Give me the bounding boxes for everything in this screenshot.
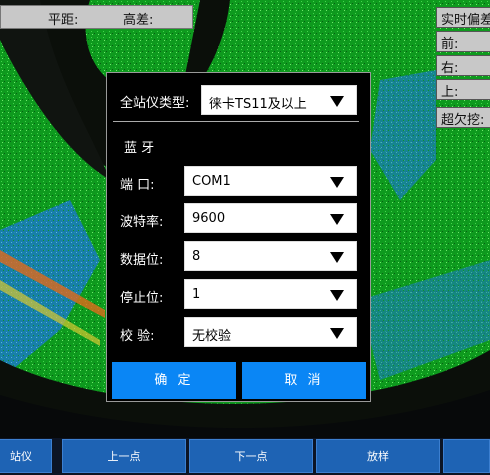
stop-bits-label: 停止位:: [120, 291, 164, 306]
port-select[interactable]: COM1: [184, 166, 357, 196]
baud-rate-select[interactable]: 9600: [184, 203, 357, 233]
next-point-button[interactable]: 下一点: [189, 439, 313, 473]
horizontal-distance-label: 平距:: [48, 13, 79, 28]
front-deviation-label: 前:: [436, 31, 490, 52]
dropdown-arrow-icon: [330, 290, 344, 301]
data-bits-value: 8: [192, 249, 201, 264]
parity-value: 无校验: [192, 329, 232, 344]
realtime-deviation-header: 实时偏差: [436, 7, 490, 28]
data-bits-select[interactable]: 8: [184, 241, 357, 271]
over-under-excavation-label: 超欠挖:: [436, 107, 490, 128]
port-label: 端 口:: [120, 178, 155, 193]
parity-label: 校 验:: [120, 329, 155, 344]
top-info-bar: 平距: 高差:: [0, 5, 193, 29]
parity-select[interactable]: 无校验: [184, 317, 357, 347]
stop-bits-value: 1: [192, 287, 201, 302]
baud-rate-value: 9600: [192, 211, 226, 226]
stakeout-button[interactable]: 放样: [316, 439, 440, 473]
right-deviation-label: 右:: [436, 55, 490, 76]
cancel-button[interactable]: 取 消: [242, 362, 366, 399]
station-type-label: 全站仪类型:: [120, 96, 190, 111]
bluetooth-heading: 蓝 牙: [124, 141, 155, 156]
up-deviation-label: 上:: [436, 79, 490, 100]
station-type-select[interactable]: 徕卡TS11及以上: [201, 85, 357, 115]
data-bits-label: 数据位:: [120, 253, 164, 268]
station-button[interactable]: 站仪: [0, 439, 52, 473]
height-difference-label: 高差:: [123, 13, 154, 28]
divider: [113, 121, 359, 122]
dropdown-arrow-icon: [330, 177, 344, 188]
previous-point-button[interactable]: 上一点: [62, 439, 186, 473]
more-button[interactable]: [443, 439, 490, 473]
port-value: COM1: [192, 174, 231, 189]
baud-rate-label: 波特率:: [120, 215, 164, 230]
dropdown-arrow-icon: [330, 252, 344, 263]
dropdown-arrow-icon: [330, 96, 344, 107]
stop-bits-select[interactable]: 1: [184, 279, 357, 309]
dropdown-arrow-icon: [330, 214, 344, 225]
station-type-value: 徕卡TS11及以上: [209, 97, 307, 112]
dropdown-arrow-icon: [330, 328, 344, 339]
confirm-button[interactable]: 确 定: [112, 362, 236, 399]
